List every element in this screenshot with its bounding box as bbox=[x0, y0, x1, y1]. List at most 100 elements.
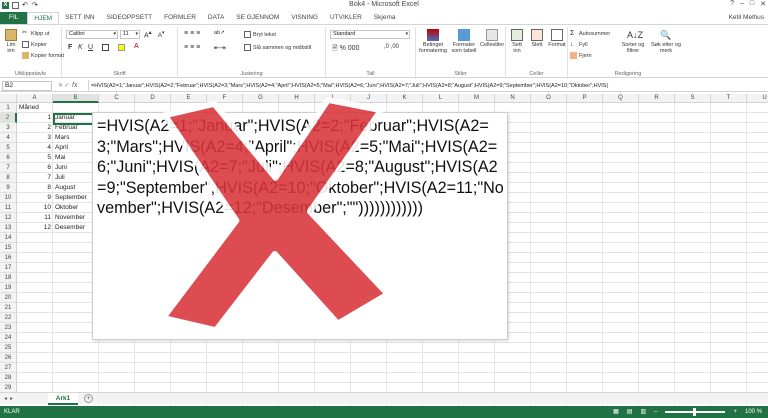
font-color-icon[interactable]: A bbox=[134, 43, 139, 50]
cell-a13[interactable]: 12 bbox=[17, 223, 53, 233]
column-header-i[interactable]: I bbox=[315, 94, 351, 103]
cut-button[interactable]: ✂ Klipp ut bbox=[22, 30, 49, 37]
cell-a11[interactable]: 10 bbox=[17, 203, 53, 213]
row-header[interactable]: 28 bbox=[0, 373, 17, 383]
row-header[interactable]: 1 bbox=[0, 103, 17, 113]
zoom-level[interactable]: 100 % bbox=[745, 406, 762, 418]
row-header[interactable]: 17 bbox=[0, 263, 17, 273]
row-header[interactable]: 10 bbox=[0, 193, 17, 203]
column-header-p[interactable]: P bbox=[567, 94, 603, 103]
row-header[interactable]: 18 bbox=[0, 273, 17, 283]
column-header-q[interactable]: Q bbox=[603, 94, 639, 103]
enter-icon[interactable]: ✓ bbox=[64, 82, 69, 89]
tab-home[interactable]: HJEM bbox=[27, 12, 60, 24]
column-header-s[interactable]: S bbox=[675, 94, 711, 103]
formula-input[interactable]: =HVIS(A2=1;"Januar";HVIS(A2=2;"Februar";… bbox=[88, 80, 768, 92]
column-header-m[interactable]: M bbox=[459, 94, 495, 103]
format-as-table-button[interactable]: Formater som tabell bbox=[450, 29, 478, 54]
cell-a1[interactable]: Måned bbox=[17, 103, 61, 113]
row-header[interactable]: 9 bbox=[0, 183, 17, 193]
row-header[interactable]: 4 bbox=[0, 133, 17, 143]
page-layout-icon[interactable]: ▤ bbox=[627, 406, 633, 418]
decimal-icons[interactable]: ,0 ,00 bbox=[384, 44, 399, 50]
row-header[interactable]: 24 bbox=[0, 333, 17, 343]
cell-a2[interactable]: 1 bbox=[17, 113, 53, 123]
row-header[interactable]: 25 bbox=[0, 343, 17, 353]
paste-button[interactable]: Lim inn bbox=[3, 29, 19, 54]
sheet-nav-arrows[interactable]: ◂▸ bbox=[4, 393, 16, 405]
cell-a9[interactable]: 8 bbox=[17, 183, 53, 193]
column-header-r[interactable]: R bbox=[639, 94, 675, 103]
row-header[interactable]: 27 bbox=[0, 363, 17, 373]
help-icon[interactable]: ? bbox=[730, 0, 734, 8]
row-header[interactable]: 13 bbox=[0, 223, 17, 233]
row-header[interactable]: 12 bbox=[0, 213, 17, 223]
cell-a4[interactable]: 3 bbox=[17, 133, 53, 143]
zoom-in-icon[interactable]: + bbox=[733, 406, 737, 418]
page-break-icon[interactable]: ▥ bbox=[640, 406, 646, 418]
cancel-icon[interactable]: ✕ bbox=[58, 82, 63, 89]
increase-font-icon[interactable]: A▴ bbox=[144, 30, 152, 39]
borders-icon[interactable] bbox=[102, 44, 111, 51]
row-header[interactable]: 16 bbox=[0, 253, 17, 263]
minimize-icon[interactable]: – bbox=[740, 0, 744, 8]
cell-a7[interactable]: 6 bbox=[17, 163, 53, 173]
cell-a5[interactable]: 4 bbox=[17, 143, 53, 153]
tab-formulas[interactable]: FORMLER bbox=[158, 12, 202, 24]
clear-button[interactable]: Fjern bbox=[570, 52, 592, 59]
column-header-d[interactable]: D bbox=[135, 94, 171, 103]
cell-a3[interactable]: 2 bbox=[17, 123, 53, 133]
tab-developer[interactable]: UTVIKLER bbox=[324, 12, 368, 24]
format-cells-button[interactable]: Format bbox=[548, 29, 566, 48]
row-header[interactable]: 8 bbox=[0, 173, 17, 183]
normal-view-icon[interactable]: ▦ bbox=[613, 406, 619, 418]
tab-data[interactable]: DATA bbox=[202, 12, 230, 24]
cell-styles-button[interactable]: Cellestiler bbox=[480, 29, 504, 48]
orientation-icon[interactable]: ab↗ bbox=[214, 30, 225, 36]
number-format-select[interactable]: Standard bbox=[330, 30, 410, 39]
column-header-k[interactable]: K bbox=[387, 94, 423, 103]
row-header[interactable]: 15 bbox=[0, 243, 17, 253]
font-name-select[interactable]: Calibri bbox=[66, 30, 118, 39]
underline-button[interactable]: U bbox=[88, 44, 93, 51]
zoom-out-icon[interactable]: – bbox=[654, 406, 657, 418]
maximize-icon[interactable]: □ bbox=[750, 0, 754, 8]
row-header[interactable]: 26 bbox=[0, 353, 17, 363]
cell-a12[interactable]: 11 bbox=[17, 213, 53, 223]
find-select-button[interactable]: 🔍 Søk etter og merk bbox=[650, 29, 682, 54]
select-all-corner[interactable] bbox=[0, 94, 17, 103]
conditional-formatting-button[interactable]: Betinget formatering bbox=[418, 29, 448, 54]
row-header[interactable]: 23 bbox=[0, 323, 17, 333]
copy-button[interactable]: Kopier bbox=[22, 41, 47, 48]
format-painter-button[interactable]: Kopier format bbox=[22, 52, 64, 59]
bold-button[interactable]: F bbox=[68, 44, 72, 51]
wrap-text-button[interactable]: Bryt tekst bbox=[244, 31, 276, 38]
zoom-slider[interactable] bbox=[665, 408, 726, 416]
insert-cells-button[interactable]: Sett inn bbox=[508, 29, 526, 54]
row-header[interactable]: 22 bbox=[0, 313, 17, 323]
column-header-b[interactable]: B bbox=[53, 94, 99, 103]
column-header-f[interactable]: F bbox=[207, 94, 243, 103]
tab-view[interactable]: VISNING bbox=[285, 12, 324, 24]
delete-cells-button[interactable]: Slett bbox=[528, 29, 546, 48]
row-header[interactable]: 20 bbox=[0, 293, 17, 303]
indent-icons[interactable]: ⇤⇥ bbox=[214, 44, 226, 52]
row-header[interactable]: 3 bbox=[0, 123, 17, 133]
tab-insert[interactable]: SETT INN bbox=[59, 12, 101, 24]
cell-a10[interactable]: 9 bbox=[17, 193, 53, 203]
sort-filter-button[interactable]: A↓Z Sorter og filtrer bbox=[618, 29, 648, 54]
column-header-t[interactable]: T bbox=[711, 94, 747, 103]
column-header-c[interactable]: C bbox=[99, 94, 135, 103]
italic-button[interactable]: K bbox=[78, 44, 83, 51]
row-header[interactable]: 21 bbox=[0, 303, 17, 313]
row-header[interactable]: 2 bbox=[0, 113, 17, 123]
column-header-h[interactable]: H bbox=[279, 94, 315, 103]
column-header-e[interactable]: E bbox=[171, 94, 207, 103]
column-header-g[interactable]: G bbox=[243, 94, 279, 103]
column-header-j[interactable]: J bbox=[351, 94, 387, 103]
cell-a8[interactable]: 7 bbox=[17, 173, 53, 183]
tab-form[interactable]: Skjema bbox=[368, 12, 402, 24]
tab-review[interactable]: SE GJENNOM bbox=[230, 12, 285, 24]
column-header-o[interactable]: O bbox=[531, 94, 567, 103]
column-header-u[interactable]: U bbox=[747, 94, 768, 103]
